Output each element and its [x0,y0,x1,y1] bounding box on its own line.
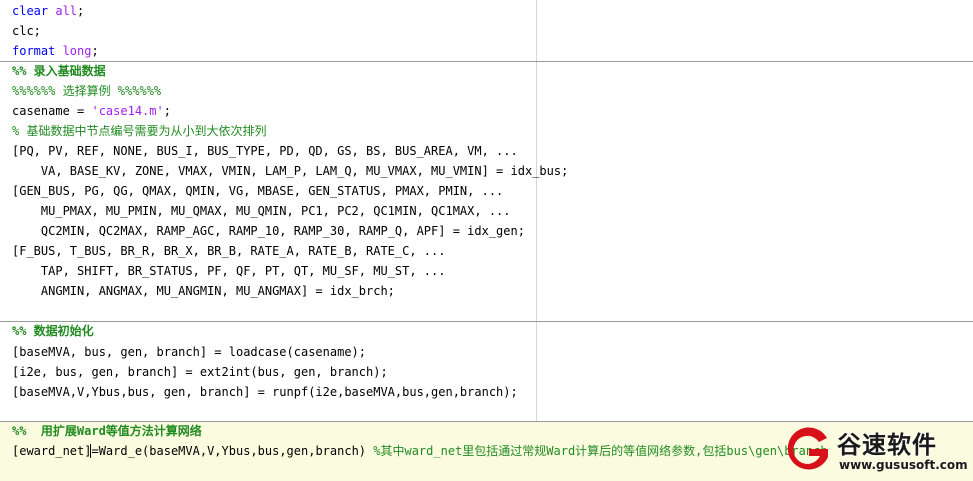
cell-divider [0,61,973,62]
string: long [55,44,92,58]
keyword: format [12,44,56,58]
code-line[interactable]: [baseMVA,V,Ybus,bus, gen, branch] = runp… [12,382,518,402]
code-line[interactable]: ANGMIN, ANGMAX, MU_ANGMIN, MU_ANGMAX] = … [12,281,395,301]
cell-divider [0,321,973,322]
code-comment[interactable]: % 基础数据中节点编号需要为从小到大依次排列 [12,121,266,141]
string: 'case14.m' [91,104,164,118]
string: all [48,4,78,18]
right-margin-line [536,0,537,481]
code-comment[interactable]: %%%%%% 选择算例 %%%%%% [12,81,161,101]
cell-title[interactable]: %% 录入基础数据 [12,61,106,81]
code-line[interactable]: VA, BASE_KV, ZONE, VMAX, VMIN, LAM_P, LA… [12,161,568,181]
keyword: clear [12,4,49,18]
code-line[interactable]: format long; [12,41,99,61]
code-line[interactable]: MU_PMAX, MU_PMIN, MU_QMAX, MU_QMIN, PC1,… [12,201,511,221]
code-line[interactable]: QC2MIN, QC2MAX, RAMP_AGC, RAMP_10, RAMP_… [12,221,525,241]
code-line[interactable]: [F_BUS, T_BUS, BR_R, BR_X, BR_B, RATE_A,… [12,241,445,261]
watermark-title: 谷速软件 [837,431,937,459]
code-line[interactable]: [PQ, PV, REF, NONE, BUS_I, BUS_TYPE, PD,… [12,141,518,161]
code-editor[interactable]: clear all; clc; format long; %% 录入基础数据 %… [0,0,973,481]
code-line[interactable]: clear all; [12,1,84,21]
watermark-url: www.gususoft.com [839,458,968,472]
code-line[interactable]: [GEN_BUS, PG, QG, QMAX, QMIN, VG, MBASE,… [12,181,503,201]
code-comment: %其中ward_net里包括通过常规Ward计算后的等值网络参数,包括bus\g… [373,444,828,458]
cell-title[interactable]: %% 用扩展Ward等值方法计算网络 [12,421,202,441]
watermark: 谷速软件 www.gususoft.com [777,420,973,481]
code-line[interactable]: TAP, SHIFT, BR_STATUS, PF, QF, PT, QT, M… [12,261,446,281]
code-line[interactable]: clc; [12,21,41,41]
code-line[interactable]: casename = 'case14.m'; [12,101,171,121]
code-line[interactable]: [eward_net]=Ward_e(baseMVA,V,Ybus,bus,ge… [12,441,828,461]
brand-logo-icon [787,427,828,470]
code-line[interactable]: [i2e, bus, gen, branch] = ext2int(bus, g… [12,362,388,382]
cell-title[interactable]: %% 数据初始化 [12,321,94,341]
code-line[interactable]: [baseMVA, bus, gen, branch] = loadcase(c… [12,342,366,362]
